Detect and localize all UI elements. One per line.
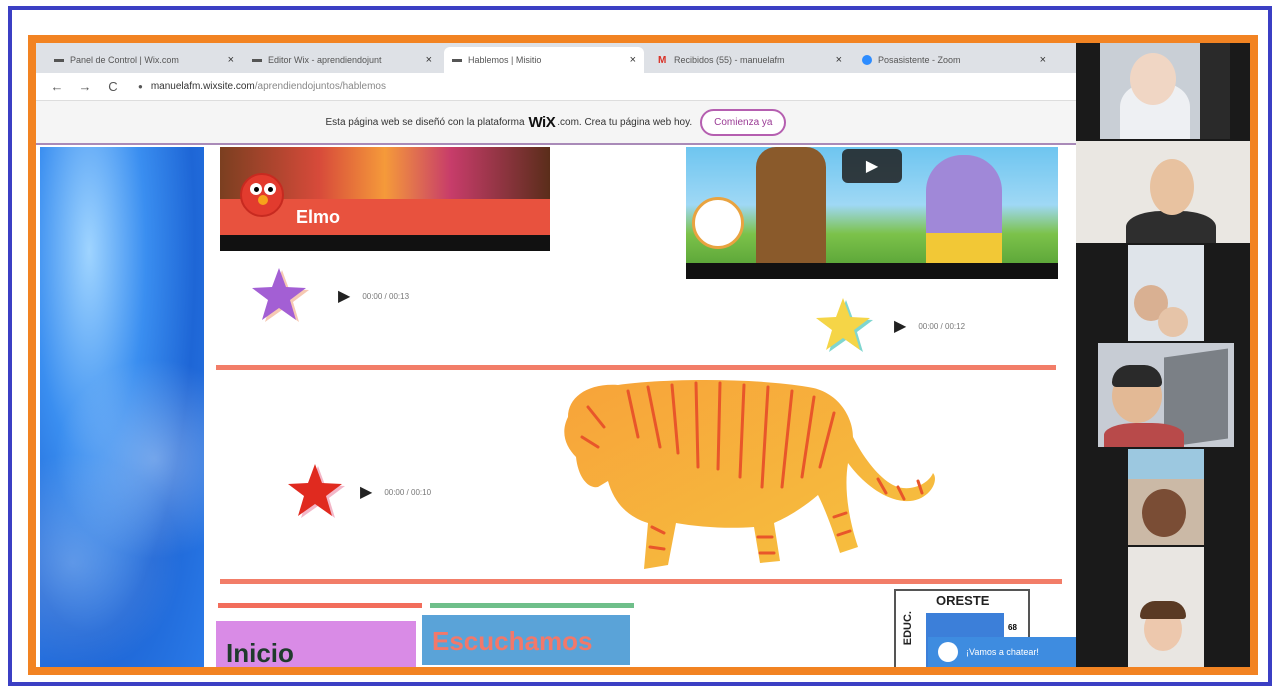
play-video-button[interactable]: ▶ [842,149,902,183]
page-content: Elmo ▶ ▶ 00:00 / 00:13 ▶ 00:00 / 00:12 ▶… [36,147,1076,667]
close-icon[interactable]: × [426,54,432,66]
back-arrow-icon[interactable]: ← [50,79,64,94]
nav-inicio-label: Inicio [226,638,294,667]
audio-time: 00:00 / 00:12 [918,321,966,331]
oreste-title: ORESTE [936,593,990,608]
close-icon[interactable]: × [1040,54,1046,66]
url-field[interactable]: ● manuelafm.wixsite.com/aprendiendojunto… [138,81,386,92]
cartoon-video[interactable]: ▶ [686,147,1058,279]
tree-character [756,147,826,263]
nav-inicio-button[interactable]: Inicio [216,621,416,667]
nav-escuchamos-label: Escuchamos [432,625,593,656]
tab-label: Panel de Control | Wix.com [70,55,179,65]
participant-video[interactable] [1100,43,1230,139]
screen-frame: Panel de Control | Wix.com × Editor Wix … [28,35,1258,675]
chat-avatar-icon [938,642,958,662]
play-button[interactable]: ▶ [894,316,906,336]
tab-label: Posasistente - Zoom [878,55,961,65]
audio-player-1: ▶ 00:00 / 00:13 [250,267,409,325]
section-divider [220,579,1062,584]
audio-time: 00:00 / 00:13 [362,291,410,301]
tab-panel-de-control[interactable]: Panel de Control | Wix.com × [46,47,242,73]
url-path: /aprendiendojuntos/hablemos [254,81,386,92]
participant-video[interactable] [1128,245,1204,341]
close-icon[interactable]: × [228,54,234,66]
browser-window: Panel de Control | Wix.com × Editor Wix … [36,43,1076,667]
participant-video[interactable] [1076,141,1250,243]
participant-video[interactable] [1128,547,1204,667]
participant-video[interactable] [1128,449,1204,545]
play-button[interactable]: ▶ [360,482,372,502]
wix-banner-text: Esta página web se diseñó con la platafo… [325,116,525,128]
elmo-video[interactable]: Elmo [220,147,550,251]
zoom-gallery [1076,43,1250,667]
red-star-icon [288,464,345,518]
play-button[interactable]: ▶ [338,286,350,306]
inicio-underline [218,603,422,608]
nav-escuchamos-button[interactable]: Escuchamos [422,615,630,665]
section-divider [216,365,1056,370]
start-now-button[interactable]: Comienza ya [700,108,787,136]
oreste-number: 68 [1008,623,1017,632]
forward-arrow-icon[interactable]: → [78,79,92,94]
close-icon[interactable]: × [836,54,842,66]
tab-bar: Panel de Control | Wix.com × Editor Wix … [36,43,1076,73]
url-host: manuelafm.wixsite.com [150,81,255,92]
tab-gmail[interactable]: M Recibidos (55) - manuelafm × [650,47,850,73]
blue-background [40,147,204,667]
audio-player-2: ▶ 00:00 / 00:12 [814,297,965,355]
tab-zoom[interactable]: Posasistente - Zoom × [854,47,1054,73]
wix-banner-text-after: .com. Crea tu página web hoy. [557,116,693,128]
escuchamos-underline [430,603,634,608]
lock-icon: ● [138,82,143,91]
zoom-icon [862,55,872,65]
audio-time: 00:00 / 00:10 [384,487,432,497]
tiger-illustration [564,380,935,569]
wix-favicon [452,58,462,62]
purple-star-icon [252,268,309,322]
audio-player-3: ▶ 00:00 / 00:10 [286,463,431,521]
reload-icon[interactable]: C [106,79,120,94]
elmo-face-icon [240,173,284,217]
tab-label: Recibidos (55) - manuelafm [674,55,785,65]
tab-label: Editor Wix - aprendiendojunt [268,55,382,65]
yellow-star-icon [816,298,873,352]
oreste-side-label: EDUC. [902,611,914,646]
wix-favicon [252,58,262,62]
tab-editor-wix[interactable]: Editor Wix - aprendiendojunt × [244,47,440,73]
wix-banner: Esta página web se diseñó con la platafo… [36,101,1076,145]
tab-label: Hablemos | Misitio [468,55,542,65]
address-bar: ← → C ● manuelafm.wixsite.com/aprendiend… [36,73,1076,101]
elmo-label: Elmo [296,207,341,227]
tab-hablemos[interactable]: Hablemos | Misitio × [444,47,644,73]
wix-favicon [54,58,64,62]
smiley-character [692,197,744,249]
gmail-icon: M [658,54,667,66]
chat-widget[interactable]: ¡Vamos a chatear! [928,637,1076,667]
chat-label: ¡Vamos a chatear! [966,647,1039,657]
participant-video[interactable] [1098,343,1234,447]
wix-logo: WiX [528,113,556,131]
close-icon[interactable]: × [630,54,636,66]
